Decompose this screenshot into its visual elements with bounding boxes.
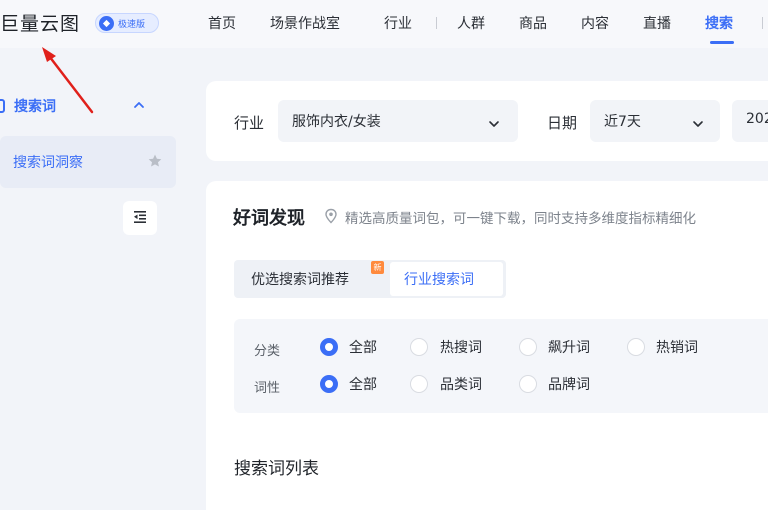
radio-word-type-brand[interactable]	[519, 375, 537, 393]
collapse-sidebar-button[interactable]	[123, 201, 157, 235]
tab-recommended-words[interactable]: 优选搜索词推荐	[251, 269, 349, 289]
sidebar-group-label: 搜索词	[14, 99, 56, 115]
date-select[interactable]: 近7天	[590, 100, 720, 142]
nav-divider	[762, 17, 763, 29]
filter-options-panel: 分类 全部 热搜词 飙升词 热销词 词性 全部 品类词 品牌词	[234, 319, 768, 413]
chevron-down-icon	[692, 115, 704, 134]
search-word-list-title: 搜索词列表	[234, 459, 319, 479]
date-filter-label: 日期	[547, 114, 578, 132]
radio-category-hot-search[interactable]	[410, 338, 428, 356]
nav-item-search[interactable]: 搜索	[705, 13, 733, 33]
radio-category-all[interactable]	[320, 338, 338, 356]
nav-item-content[interactable]: 内容	[581, 13, 609, 33]
sidebar-item-label: 搜索词洞察	[13, 155, 83, 171]
radio-category-hot-selling[interactable]	[627, 338, 645, 356]
nav-item-audience[interactable]: 人群	[457, 13, 485, 33]
radio-word-type-category[interactable]	[410, 375, 428, 393]
nav-item-industry[interactable]: 行业	[384, 13, 412, 33]
top-navigation-bar: 巨量云图 极速版 首页 场景作战室 行业 人群 商品 内容 直播 搜索	[0, 0, 768, 48]
new-badge: 新	[371, 261, 384, 274]
date-range-picker[interactable]: 202	[732, 100, 768, 142]
collapse-menu-icon	[132, 209, 148, 228]
word-type-row-label: 词性	[254, 381, 281, 396]
industry-filter-label: 行业	[234, 114, 265, 132]
nav-item-product[interactable]: 商品	[519, 13, 547, 33]
radio-label[interactable]: 热搜词	[440, 337, 482, 357]
radio-word-type-all[interactable]	[320, 375, 338, 393]
sidebar-group-search-words[interactable]: 搜索词	[0, 92, 170, 120]
section-hint: 精选高质量词包，可一键下载，同时支持多维度指标精细化	[345, 211, 696, 227]
chevron-up-icon[interactable]	[132, 97, 146, 116]
nav-divider	[436, 17, 437, 29]
category-row-label: 分类	[254, 344, 281, 359]
word-discovery-card: 好词发现 精选高质量词包，可一键下载，同时支持多维度指标精细化 优选搜索词推荐 …	[206, 181, 768, 510]
date-range-value: 202	[746, 111, 768, 127]
active-nav-indicator	[710, 41, 734, 44]
nav-item-live[interactable]: 直播	[643, 13, 671, 33]
radio-label[interactable]: 热销词	[656, 337, 698, 357]
location-pin-icon	[324, 208, 338, 228]
discovery-tabs: 优选搜索词推荐 新 行业搜索词	[234, 260, 506, 298]
section-title: 好词发现	[233, 208, 305, 229]
main-nav: 首页 场景作战室 行业 人群 商品 内容 直播 搜索	[0, 0, 768, 48]
radio-label[interactable]: 全部	[349, 337, 377, 357]
search-word-icon	[0, 99, 5, 113]
sidebar-item-search-insight[interactable]: 搜索词洞察	[0, 136, 176, 188]
date-select-value: 近7天	[604, 114, 641, 130]
nav-item-scenario-room[interactable]: 场景作战室	[270, 13, 340, 33]
nav-item-home[interactable]: 首页	[208, 13, 236, 33]
radio-category-rising[interactable]	[519, 338, 537, 356]
industry-select-value: 服饰内衣/女装	[292, 114, 381, 130]
radio-label[interactable]: 飙升词	[548, 337, 590, 357]
industry-select[interactable]: 服饰内衣/女装	[278, 100, 518, 142]
filter-bar: 行业 服饰内衣/女装 日期 近7天 202	[206, 81, 768, 161]
radio-label[interactable]: 品类词	[440, 374, 482, 394]
chevron-down-icon	[488, 115, 500, 134]
radio-label[interactable]: 全部	[349, 374, 377, 394]
radio-label[interactable]: 品牌词	[548, 374, 590, 394]
tab-industry-words[interactable]: 行业搜索词	[404, 269, 474, 289]
star-icon[interactable]	[147, 153, 163, 173]
